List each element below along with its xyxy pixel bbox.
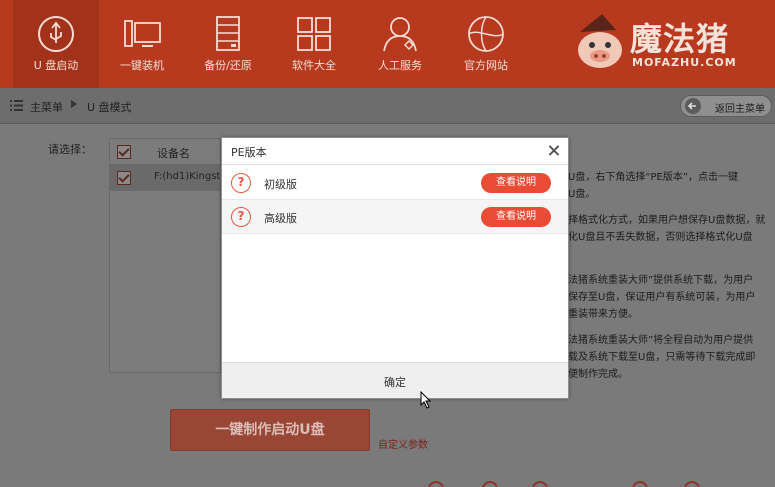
grid-icon: [297, 17, 331, 51]
bottom-circle-icon[interactable]: [428, 481, 444, 487]
breadcrumb-arrow-icon: [71, 100, 77, 108]
info-line: 便制作完成。: [568, 369, 628, 380]
custom-params-link[interactable]: 自定义参数: [378, 436, 428, 451]
nav-backup-restore[interactable]: 备份/还原: [185, 0, 271, 88]
nav-label: 备份/还原: [204, 59, 252, 72]
nav-label: 官方网站: [464, 59, 508, 72]
nav-official-site[interactable]: 官方网站: [443, 0, 529, 88]
make-boot-usb-button[interactable]: 一键制作启动U盘: [170, 409, 370, 451]
breadcrumb-home[interactable]: 主菜单: [30, 99, 63, 115]
menu-icon: [10, 100, 23, 111]
question-icon: ?: [231, 173, 251, 193]
breadcrumb: 主菜单 U 盘模式 返回主菜单: [0, 88, 775, 124]
list-item[interactable]: ? 高级版 查看说明: [222, 200, 568, 234]
view-description-button[interactable]: 查看说明: [481, 173, 551, 193]
device-checkbox[interactable]: [117, 171, 131, 185]
nav-label: 一键装机: [120, 59, 164, 72]
bottom-circle-icon[interactable]: [532, 481, 548, 487]
nav-software[interactable]: 软件大全: [271, 0, 357, 88]
breadcrumb-current: U 盘模式: [87, 101, 132, 114]
confirm-label: 确定: [384, 376, 406, 389]
device-table: 设备名 F:(hd1)Kingston: [109, 138, 221, 373]
question-icon: ?: [231, 207, 251, 227]
logo-subtitle: MOFAZHU.COM: [632, 56, 737, 69]
person-icon: [383, 17, 417, 52]
dialog-title: PE版本: [231, 146, 267, 159]
monitor-icon: [124, 20, 161, 47]
info-line: 法猪系统重装大师”将全程自动为用户提供: [568, 335, 754, 346]
view-description-button[interactable]: 查看说明: [481, 207, 551, 227]
info-line: 法猪系统重装大师”提供系统下载，为用户: [568, 275, 754, 286]
server-icon: [216, 16, 240, 51]
bottom-circle-icon[interactable]: [632, 481, 648, 487]
device-column-header: 设备名: [157, 147, 190, 160]
select-all-checkbox[interactable]: [117, 145, 131, 159]
info-line: 重装带来方便。: [568, 309, 638, 320]
info-line: 保存至U盘，保证用户有系统可装，为用户: [568, 292, 756, 303]
info-line: 载及系统下载至U盘，只需等待下载完成即: [568, 352, 756, 363]
nav-manual-service[interactable]: 人工服务: [357, 0, 443, 88]
info-line: U盘，右下角选择“PE版本”，点击一键: [568, 172, 739, 183]
table-row[interactable]: F:(hd1)Kingston: [110, 165, 220, 191]
dialog-title-bar: PE版本: [222, 138, 568, 165]
logo-title: 魔法猪: [630, 20, 730, 58]
top-navigation-bar: U 盘启动 一键装机 备份/还原 软件大全 人工服务 官方网站 魔法猪 MOFA…: [0, 0, 775, 88]
nav-label: 软件大全: [292, 59, 336, 72]
back-button-label: 返回主菜单: [715, 104, 765, 115]
back-arrow-icon: [685, 98, 701, 114]
nav-one-click-install[interactable]: 一键装机: [99, 0, 185, 88]
mouse-cursor-icon: [420, 391, 432, 409]
pig-mascot-icon: [578, 14, 622, 68]
nav-usb-boot[interactable]: U 盘启动: [13, 0, 99, 88]
select-label: 请选择：: [48, 143, 92, 156]
pe-version-dialog: PE版本 ? 初级版 查看说明 ? 高级版 查看说明 确定: [221, 137, 569, 399]
usb-icon: [38, 16, 74, 52]
pe-option-label: 初级版: [264, 178, 297, 191]
device-name: F:(hd1)Kingston: [154, 171, 220, 182]
nav-label: 人工服务: [378, 59, 422, 72]
info-line: 择格式化方式，如果用户想保存U盘数据，就: [568, 215, 766, 226]
close-icon[interactable]: [546, 143, 562, 159]
brand-logo: 魔法猪 MOFAZHU.COM: [572, 12, 772, 74]
pe-option-label: 高级版: [264, 212, 297, 225]
list-item[interactable]: ? 初级版 查看说明: [222, 166, 568, 200]
info-line: 化U盘且不丢失数据，否则选择格式化U盘: [568, 232, 753, 243]
globe-icon: [468, 16, 504, 52]
nav-label: U 盘启动: [33, 59, 79, 72]
confirm-button[interactable]: 确定: [222, 362, 568, 398]
bottom-circle-icon[interactable]: [684, 481, 700, 487]
bottom-circle-icon[interactable]: [482, 481, 498, 487]
info-line: U盘。: [568, 189, 596, 200]
device-table-header: 设备名: [110, 139, 220, 165]
back-to-main-menu-button[interactable]: 返回主菜单: [680, 95, 772, 117]
